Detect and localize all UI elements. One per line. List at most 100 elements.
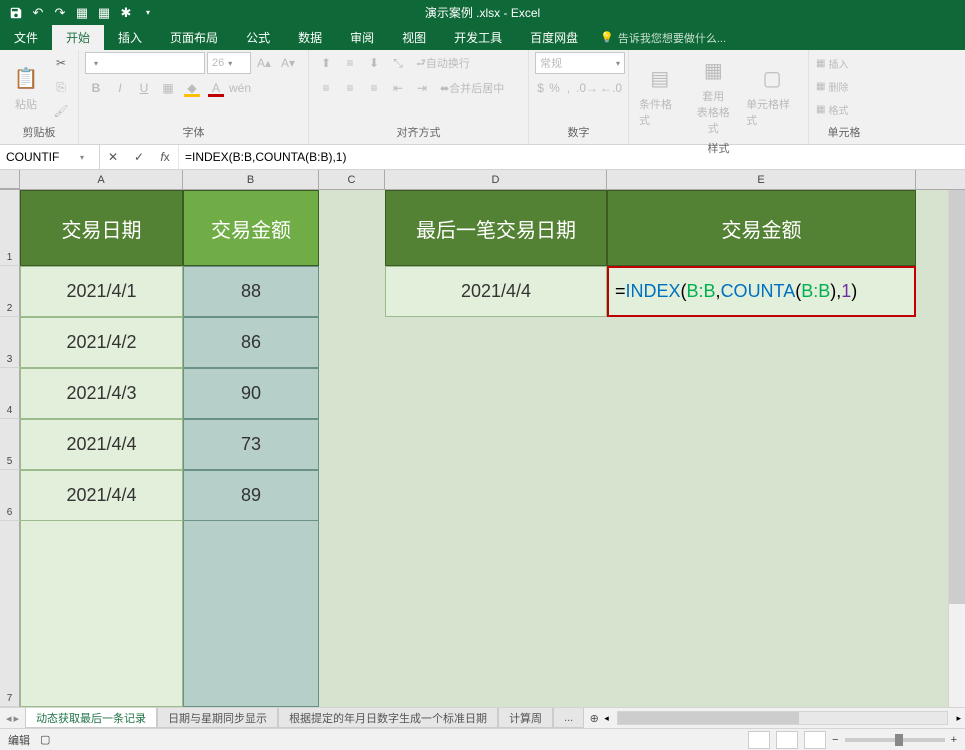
grow-font-icon[interactable]: A▴ (253, 52, 275, 74)
cell-A4[interactable]: 2021/4/3 (20, 368, 183, 419)
align-middle-icon[interactable]: ≡ (339, 52, 361, 74)
row-header-2[interactable]: 2 (0, 266, 20, 317)
cancel-formula-icon[interactable]: ✕ (100, 150, 126, 164)
sheet-tab-more[interactable]: ... (553, 708, 584, 728)
fill-color-button[interactable]: ◆ (181, 77, 203, 99)
formula-input[interactable]: =INDEX(B:B,COUNTA(B:B),1) (179, 145, 965, 169)
align-right-icon[interactable]: ≡ (363, 77, 385, 99)
zoom-slider[interactable] (845, 738, 945, 742)
zoom-in-icon[interactable]: + (951, 734, 957, 746)
inc-decimal-button[interactable]: .0→ (576, 77, 598, 99)
currency-button[interactable]: $ (535, 77, 546, 99)
cell-C2[interactable] (319, 266, 385, 317)
cell-E2[interactable]: =INDEX(B:B, COUNTA(B:B), 1) (607, 266, 916, 317)
cell-E1[interactable]: 交易金额 (607, 190, 916, 266)
cell-A6[interactable]: 2021/4/4 (20, 470, 183, 521)
shrink-font-icon[interactable]: A▾ (277, 52, 299, 74)
view-break-icon[interactable] (804, 731, 826, 749)
insert-cells-button[interactable]: ▦ 插入 (815, 52, 873, 74)
zoom-out-icon[interactable]: − (832, 734, 838, 746)
zoom-thumb[interactable] (895, 734, 903, 746)
format-painter-icon[interactable]: 🖌 (50, 100, 72, 122)
tab-data[interactable]: 数据 (284, 25, 336, 50)
cell-E3[interactable] (607, 317, 916, 368)
cell-E5[interactable] (607, 419, 916, 470)
col-header-A[interactable]: A (20, 170, 183, 189)
name-box-input[interactable] (6, 150, 76, 164)
cell-B1[interactable]: 交易金额 (183, 190, 319, 266)
sheet-tab-active[interactable]: 动态获取最后一条记录 (25, 708, 157, 728)
row-header-5[interactable]: 5 (0, 419, 20, 470)
tab-file[interactable]: 文件 (0, 25, 52, 50)
name-box-dropdown-icon[interactable]: ▾ (80, 153, 84, 162)
cut-icon[interactable]: ✂ (50, 52, 72, 74)
vertical-scrollbar[interactable] (948, 190, 965, 707)
font-size-combo[interactable]: 26▾ (207, 52, 251, 74)
copy-icon[interactable]: ⎘ (50, 76, 72, 98)
row-header-7[interactable]: 7 (0, 521, 20, 707)
col-header-B[interactable]: B (183, 170, 319, 189)
number-format-combo[interactable]: 常规▾ (535, 52, 625, 74)
cell-C3[interactable] (319, 317, 385, 368)
tab-baidu[interactable]: 百度网盘 (516, 25, 592, 50)
cell-C6[interactable] (319, 470, 385, 521)
cell-styles-button[interactable]: ▢单元格样式 (742, 60, 802, 130)
indent-dec-icon[interactable]: ⇤ (387, 77, 409, 99)
cell-C4[interactable] (319, 368, 385, 419)
col-header-D[interactable]: D (385, 170, 607, 189)
orientation-icon[interactable]: ⤡ (387, 52, 409, 74)
indent-inc-icon[interactable]: ⇥ (411, 77, 433, 99)
dec-decimal-button[interactable]: ←.0 (600, 77, 622, 99)
cell-A1[interactable]: 交易日期 (20, 190, 183, 266)
redo-icon[interactable]: ↷ (50, 3, 70, 23)
row-header-3[interactable]: 3 (0, 317, 20, 368)
cell-A7[interactable] (20, 521, 183, 707)
qat-btn-5[interactable]: ▦ (94, 3, 114, 23)
view-normal-icon[interactable] (748, 731, 770, 749)
select-all-corner[interactable] (0, 170, 20, 189)
align-left-icon[interactable]: ≡ (315, 77, 337, 99)
cell-A2[interactable]: 2021/4/1 (20, 266, 183, 317)
fx-icon[interactable]: fx (152, 150, 178, 164)
hscroll-track[interactable] (617, 711, 949, 725)
cell-A5[interactable]: 2021/4/4 (20, 419, 183, 470)
hscroll-right-icon[interactable]: ▸ (956, 713, 961, 724)
italic-button[interactable]: I (109, 77, 131, 99)
row-header-6[interactable]: 6 (0, 470, 20, 521)
sheet-first-icon[interactable]: ◂ (6, 712, 12, 725)
cell-B2[interactable]: 88 (183, 266, 319, 317)
cell-E6[interactable] (607, 470, 916, 521)
align-top-icon[interactable]: ⬆ (315, 52, 337, 74)
macro-record-icon[interactable]: ▢ (40, 733, 50, 746)
cell-D3[interactable] (385, 317, 607, 368)
percent-button[interactable]: % (548, 77, 561, 99)
sheet-tab-2[interactable]: 日期与星期同步显示 (157, 708, 278, 728)
border-button[interactable]: ▦ (157, 77, 179, 99)
name-box[interactable]: ▾ (0, 145, 100, 169)
hscroll-thumb[interactable] (618, 712, 799, 724)
tab-home[interactable]: 开始 (52, 25, 104, 50)
tab-dev[interactable]: 开发工具 (440, 25, 516, 50)
hscroll-left-icon[interactable]: ◂ (604, 713, 609, 724)
spreadsheet-grid[interactable]: A B C D E 1 交易日期 交易金额 最后一笔交易日期 交易金额 2 20… (0, 170, 965, 707)
comma-button[interactable]: , (563, 77, 574, 99)
cell-C5[interactable] (319, 419, 385, 470)
sheet-last-icon[interactable]: ▸ (14, 712, 20, 725)
tab-view[interactable]: 视图 (388, 25, 440, 50)
vscroll-thumb[interactable] (949, 190, 965, 604)
delete-cells-button[interactable]: ▦ 删除 (815, 75, 873, 97)
tab-review[interactable]: 审阅 (336, 25, 388, 50)
sheet-tab-3[interactable]: 根据提定的年月日数字生成一个标准日期 (278, 708, 498, 728)
bold-button[interactable]: B (85, 77, 107, 99)
cell-B7[interactable] (183, 521, 319, 707)
cell-D7[interactable] (385, 521, 607, 707)
sheet-tab-4[interactable]: 计算周 (498, 708, 553, 728)
font-color-button[interactable]: A (205, 77, 227, 99)
horizontal-scrollbar[interactable]: ◂ ▸ (604, 711, 965, 725)
add-sheet-icon[interactable]: ⊕ (584, 712, 604, 725)
cell-D4[interactable] (385, 368, 607, 419)
tab-formulas[interactable]: 公式 (232, 25, 284, 50)
align-center-icon[interactable]: ≡ (339, 77, 361, 99)
row-header-1[interactable]: 1 (0, 190, 20, 266)
cell-D6[interactable] (385, 470, 607, 521)
